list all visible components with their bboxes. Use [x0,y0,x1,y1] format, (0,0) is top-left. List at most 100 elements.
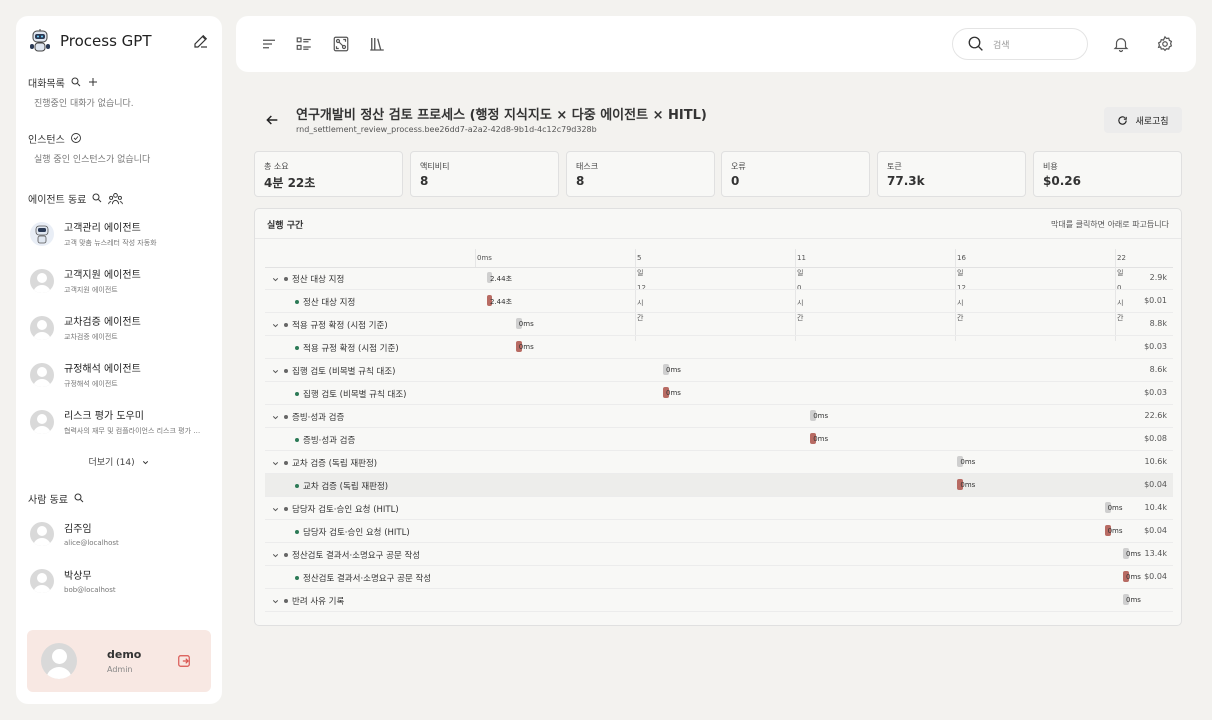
logout-icon[interactable] [177,654,191,668]
chevron-down-icon[interactable] [271,413,280,422]
process-map-icon[interactable] [332,35,350,53]
span-label: 교차 검증 (독립 재판정) [271,457,377,469]
bell-icon[interactable] [1112,35,1130,53]
panel-header: 실행 구간 막대를 클릭하면 아래로 파고듭니다 [255,209,1181,239]
stat-tokens: 토큰 77.3k [877,151,1026,197]
person-avatar [30,568,54,593]
search-icon[interactable] [73,492,85,504]
page-title: 연구개발비 정산 검토 프로세스 (행정 지식지도 × 다중 에이전트 × HI… [296,108,707,123]
span-duration: 0ms [1107,527,1123,535]
chevron-down-icon[interactable] [271,367,280,376]
search-icon[interactable] [91,192,103,204]
topbar: 검색 [236,16,1196,72]
span-metric: $0.08 [1144,434,1167,443]
back-arrow-icon[interactable] [264,112,280,128]
stat-label: 태스크 [576,162,599,171]
app-name: Process GPT [60,32,152,50]
check-circle-icon[interactable] [70,132,82,144]
person-item[interactable]: 박상무 bob@localhost [28,557,210,604]
span-row[interactable]: 집행 검토 (비목별 규칙 대조) 0ms 8.6k [265,359,1173,382]
refresh-icon [1118,115,1128,125]
span-row[interactable]: 증빙·성과 검증 0ms 22.6k [265,405,1173,428]
span-duration: 0ms [960,458,976,466]
person-email: bob@localhost [64,586,116,594]
chats-title: 대화목록 [28,78,65,90]
span-row[interactable]: 정산 대상 지정 2.44초 2.9k [265,267,1173,290]
chevron-down-icon [142,461,148,465]
span-row[interactable]: 교차 검증 (독립 재판정) 0ms $0.04 [265,474,1173,497]
span-row[interactable]: 적용 규정 확정 (시점 기준) 0ms 8.8k [265,313,1173,336]
agent-name: 고객지원 에이전트 [64,270,141,281]
brand: Process GPT [28,28,210,54]
agent-item[interactable]: 교차검증 에이전트 교차검증 에이전트 [28,304,210,351]
span-row[interactable]: 담당자 검토·승인 요청 (HITL) 0ms 10.4k [265,497,1173,520]
robot-logo-icon [30,29,50,52]
span-label: 증빙·성과 검증 [295,434,355,446]
instances-title: 인스턴스 [28,134,65,146]
span-metric: $0.03 [1144,342,1167,351]
span-metric: $0.01 [1144,296,1167,305]
span-row[interactable]: 담당자 검토·승인 요청 (HITL) 0ms $0.04 [265,520,1173,543]
refresh-button[interactable]: 새로고침 [1104,107,1182,133]
status-dot [284,415,288,419]
span-row[interactable]: 정산 대상 지정 2.44초 $0.01 [265,290,1173,313]
chevron-down-icon[interactable] [271,505,280,514]
span-row[interactable]: 교차 검증 (독립 재판정) 0ms 10.6k [265,451,1173,474]
span-name: 담당자 검토·승인 요청 (HITL) [303,528,410,538]
stat-activities: 액티비티 8 [410,151,559,197]
agent-item[interactable]: 규정해석 에이전트 규정해석 에이전트 [28,351,210,398]
person-avatar [30,521,54,546]
span-row[interactable]: 정산검토 결과서·소명요구 공문 작성 0ms 13.4k [265,543,1173,566]
library-icon[interactable] [368,35,386,53]
span-metric: $0.04 [1144,526,1167,535]
agent-item[interactable]: 고객관리 에이전트 고객 맞춤 뉴스레터 작성 자동화 [28,210,210,257]
chats-header: 대화목록 [28,74,210,90]
status-dot [295,484,299,488]
more-agents-button[interactable]: 더보기 (14) [28,455,210,468]
status-dot [284,461,288,465]
span-name: 집행 검토 (비목별 규칙 대조) [303,390,407,400]
agent-item[interactable]: 고객지원 에이전트 고객지원 에이전트 [28,257,210,304]
span-label: 집행 검토 (비목별 규칙 대조) [295,388,406,400]
search-box[interactable]: 검색 [952,28,1088,60]
agent-desc: 규정해석 에이전트 [64,380,118,388]
stat-value: 4분 22초 [264,176,316,190]
span-metric: $0.04 [1144,480,1167,489]
task-list-icon[interactable] [295,35,313,53]
chevron-down-icon[interactable] [271,275,280,284]
team-icon[interactable] [108,191,124,206]
sidebar: Process GPT 대화목록 진행중인 대화가 없습니다. 인스턴스 실행 … [16,16,222,704]
stat-value: $0.26 [1043,174,1081,188]
span-name: 교차 검증 (독립 재판정) [292,459,378,469]
chevron-down-icon[interactable] [271,321,280,330]
agent-item[interactable]: 리스크 평가 도우미 협력사의 재무 및 컴플라이언스 리스크 평가 도우미 [28,398,210,445]
instances-header: 인스턴스 [28,130,210,146]
span-row[interactable]: 증빙·성과 검증 0ms $0.08 [265,428,1173,451]
new-chat-edit-icon[interactable] [192,32,210,50]
chevron-down-icon[interactable] [271,551,280,560]
span-label: 정산검토 결과서·소명요구 공문 작성 [271,549,420,561]
span-row[interactable]: 집행 검토 (비목별 규칙 대조) 0ms $0.03 [265,382,1173,405]
span-row[interactable]: 반려 사유 기록 0ms [265,589,1173,612]
span-row[interactable]: 적용 규정 확정 (시점 기준) 0ms $0.03 [265,336,1173,359]
person-name: 박상무 [64,571,92,582]
span-name: 적용 규정 확정 (시점 기준) [292,321,388,331]
gear-icon[interactable] [1156,35,1174,53]
search-icon[interactable] [70,76,82,88]
agent-desc: 고객지원 에이전트 [64,286,118,294]
span-name: 정산 대상 지정 [303,298,356,308]
plus-icon[interactable] [87,76,99,88]
person-item[interactable]: 김주임 alice@localhost [28,510,210,557]
span-duration: 2.44초 [490,298,513,306]
agent-name: 리스크 평가 도우미 [64,411,144,422]
more-label: 더보기 (14) [88,458,135,468]
stat-tasks: 태스크 8 [566,151,715,197]
chevron-down-icon[interactable] [271,459,280,468]
span-row[interactable]: 정산검토 결과서·소명요구 공문 작성 0ms $0.04 [265,566,1173,589]
menu-lines-icon[interactable] [260,35,278,53]
chats-empty: 진행중인 대화가 없습니다. [34,99,134,109]
span-name: 적용 규정 확정 (시점 기준) [303,344,399,354]
chevron-down-icon[interactable] [271,597,280,606]
stat-errors: 오류 0 [721,151,870,197]
span-metric: 22.6k [1144,411,1167,420]
